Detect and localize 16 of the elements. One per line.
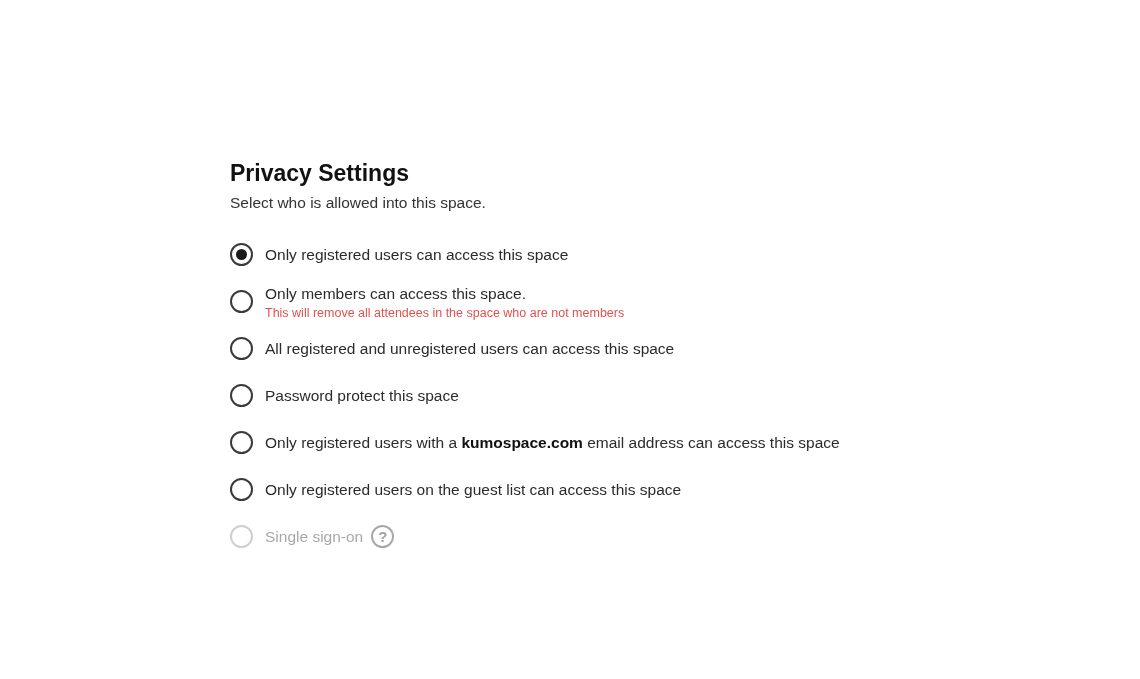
option-label: Only members can access this space. — [265, 284, 527, 304]
section-description: Select who is allowed into this space. — [230, 193, 486, 213]
section-title: Privacy Settings — [230, 159, 409, 188]
option-label: Single sign-on — [265, 527, 364, 547]
radio-button[interactable] — [230, 478, 253, 501]
radio-button[interactable] — [230, 290, 253, 313]
option-label: Only registered users with a kumospace.com email address can access this space — [265, 433, 840, 453]
option-label: Only registered users on the guest list can access this space — [265, 480, 682, 500]
radio-button[interactable] — [230, 243, 253, 266]
option-label: All registered and unregistered users can access this space — [265, 339, 675, 359]
radio-button[interactable] — [230, 384, 253, 407]
option-label: Password protect this space — [265, 386, 459, 406]
warning-text: This will remove all attendees in the space who are not members — [265, 305, 625, 321]
radio-button[interactable] — [230, 431, 253, 454]
radio-button[interactable] — [230, 337, 253, 360]
option-label: Only registered users can access this space — [265, 245, 569, 265]
